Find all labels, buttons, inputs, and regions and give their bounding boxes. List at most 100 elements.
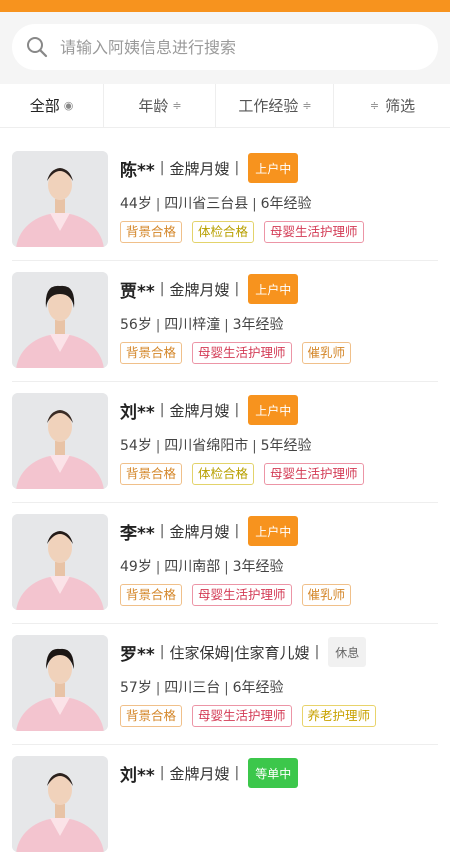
- nanny-age: 54岁: [120, 438, 152, 454]
- tag-lactation: 催乳师: [301, 342, 352, 364]
- nanny-photo: [12, 635, 108, 731]
- status-badge: 等单中: [248, 758, 299, 788]
- name-line: 刘** | 金牌月嫂 | 等单中: [120, 758, 299, 788]
- filter-age[interactable]: 年龄 ≑: [103, 84, 216, 127]
- nanny-card[interactable]: 刘** | 金牌月嫂 | 上户中 54岁 | 四川省绵阳市 | 5年经验 背景合格 体检…: [0, 382, 450, 503]
- top-accent-bar: [0, 0, 450, 12]
- nanny-card[interactable]: 李** | 金牌月嫂 | 上户中 49岁 | 四川南部 | 3年经验 背景合格 母婴生活…: [0, 503, 450, 624]
- tag-maternal-care: 母婴生活护理师: [192, 705, 292, 727]
- name-line: 刘** | 金牌月嫂 | 上户中: [120, 395, 299, 425]
- search-input[interactable]: [60, 24, 420, 70]
- filter-bar: 全部 ◉ 年龄 ≑ 工作经验 ≑ ≑ 筛选: [0, 84, 450, 128]
- nanny-name: 李**: [120, 523, 155, 544]
- tag-health-check: 体检合格: [192, 463, 255, 485]
- nanny-age: 57岁: [120, 680, 152, 696]
- tag-maternal-care: 母婴生活护理师: [192, 584, 292, 606]
- nanny-location: 四川省绵阳市: [164, 438, 249, 454]
- filter-more[interactable]: ≑ 筛选: [333, 84, 450, 127]
- nanny-info: 56岁 | 四川梓潼 | 3年经验: [120, 317, 284, 333]
- nanny-card[interactable]: 刘** | 金牌月嫂 | 等单中: [0, 745, 450, 866]
- separator: |: [159, 402, 165, 418]
- nanny-age: 56岁: [120, 317, 152, 333]
- separator: |: [234, 281, 240, 297]
- nanny-info: 54岁 | 四川省绵阳市 | 5年经验: [120, 438, 312, 454]
- filter-more-label: 筛选: [385, 97, 416, 115]
- tag-list: 背景合格 母婴生活护理师 养老护理师: [120, 705, 377, 727]
- nanny-name: 刘**: [120, 402, 155, 423]
- filter-experience-label: 工作经验: [238, 97, 299, 115]
- nanny-photo: [12, 272, 108, 368]
- nanny-photo: [12, 514, 108, 610]
- status-badge: 上户中: [248, 516, 299, 546]
- nanny-name: 刘**: [120, 765, 155, 786]
- nanny-location: 四川南部: [164, 559, 221, 575]
- separator: |: [234, 160, 240, 176]
- status-badge: 上户中: [248, 395, 299, 425]
- nanny-info: 49岁 | 四川南部 | 3年经验: [120, 559, 284, 575]
- nanny-location: 四川省三台县: [164, 196, 249, 212]
- tag-list: 背景合格 体检合格 母婴生活护理师: [120, 463, 364, 485]
- tag-elder-care: 养老护理师: [301, 705, 377, 727]
- nanny-age: 44岁: [120, 196, 152, 212]
- tag-maternal-care: 母婴生活护理师: [264, 463, 364, 485]
- tag-background-check: 背景合格: [120, 221, 183, 243]
- status-badge: 上户中: [248, 274, 299, 304]
- nanny-experience: 6年经验: [260, 196, 312, 212]
- sort-icon: ≑: [302, 99, 312, 112]
- nanny-card[interactable]: 贾** | 金牌月嫂 | 上户中 56岁 | 四川梓潼 | 3年经验 背景合格 母婴生活…: [0, 261, 450, 382]
- search-box[interactable]: [12, 24, 438, 70]
- tag-background-check: 背景合格: [120, 705, 183, 727]
- nanny-name: 贾**: [120, 281, 155, 302]
- filter-all-label: 全部: [29, 97, 60, 115]
- nanny-age: 49岁: [120, 559, 152, 575]
- tag-maternal-care: 母婴生活护理师: [192, 342, 292, 364]
- separator: |: [234, 765, 240, 781]
- status-badge: 休息: [328, 637, 367, 667]
- nanny-experience: 6年经验: [232, 680, 284, 696]
- nanny-role: 住家保姆|住家育儿嫂: [169, 643, 310, 662]
- nanny-experience: 5年经验: [260, 438, 312, 454]
- dot-icon: ◉: [63, 99, 74, 112]
- nanny-photo: [12, 151, 108, 247]
- nanny-photo: [12, 393, 108, 489]
- nanny-name: 罗**: [120, 644, 155, 665]
- tag-background-check: 背景合格: [120, 584, 183, 606]
- nanny-info: 44岁 | 四川省三台县 | 6年经验: [120, 196, 312, 212]
- separator: |: [159, 644, 165, 660]
- separator: |: [159, 160, 165, 176]
- sort-icon: ≑: [172, 99, 182, 112]
- tag-list: 背景合格 体检合格 母婴生活护理师: [120, 221, 364, 243]
- separator: |: [159, 765, 165, 781]
- separator: |: [159, 523, 165, 539]
- nanny-location: 四川三台: [164, 680, 221, 696]
- filter-experience[interactable]: 工作经验 ≑: [215, 84, 334, 127]
- tag-list: 背景合格 母婴生活护理师 催乳师: [120, 584, 352, 606]
- nanny-role: 金牌月嫂: [169, 522, 230, 541]
- name-line: 罗** | 住家保姆|住家育儿嫂 | 休息: [120, 637, 367, 667]
- separator: |: [234, 402, 240, 418]
- search-area: [0, 12, 450, 84]
- name-line: 李** | 金牌月嫂 | 上户中: [120, 516, 299, 546]
- tag-health-check: 体检合格: [192, 221, 255, 243]
- search-icon: [27, 37, 48, 58]
- nanny-photo: [12, 756, 108, 852]
- nanny-info: 57岁 | 四川三台 | 6年经验: [120, 680, 284, 696]
- nanny-card[interactable]: 罗** | 住家保姆|住家育儿嫂 | 休息 57岁 | 四川三台 | 6年经验 背景合格…: [0, 624, 450, 745]
- nanny-role: 金牌月嫂: [169, 401, 230, 420]
- tag-background-check: 背景合格: [120, 463, 183, 485]
- tag-maternal-care: 母婴生活护理师: [264, 221, 364, 243]
- separator: |: [314, 644, 320, 660]
- nanny-name: 陈**: [120, 160, 155, 181]
- nanny-role: 金牌月嫂: [169, 159, 230, 178]
- nanny-experience: 3年经验: [232, 559, 284, 575]
- filter-all[interactable]: 全部 ◉: [0, 84, 103, 127]
- separator: |: [159, 281, 165, 297]
- filter-icon: ≑: [369, 99, 380, 112]
- tag-lactation: 催乳师: [301, 584, 352, 606]
- nanny-role: 金牌月嫂: [169, 280, 230, 299]
- name-line: 陈** | 金牌月嫂 | 上户中: [120, 153, 299, 183]
- nanny-experience: 3年经验: [232, 317, 284, 333]
- status-badge: 上户中: [248, 153, 299, 183]
- nanny-card[interactable]: 陈** | 金牌月嫂 | 上户中 44岁 | 四川省三台县 | 6年经验 背景合格 体检…: [0, 140, 450, 261]
- tag-background-check: 背景合格: [120, 342, 183, 364]
